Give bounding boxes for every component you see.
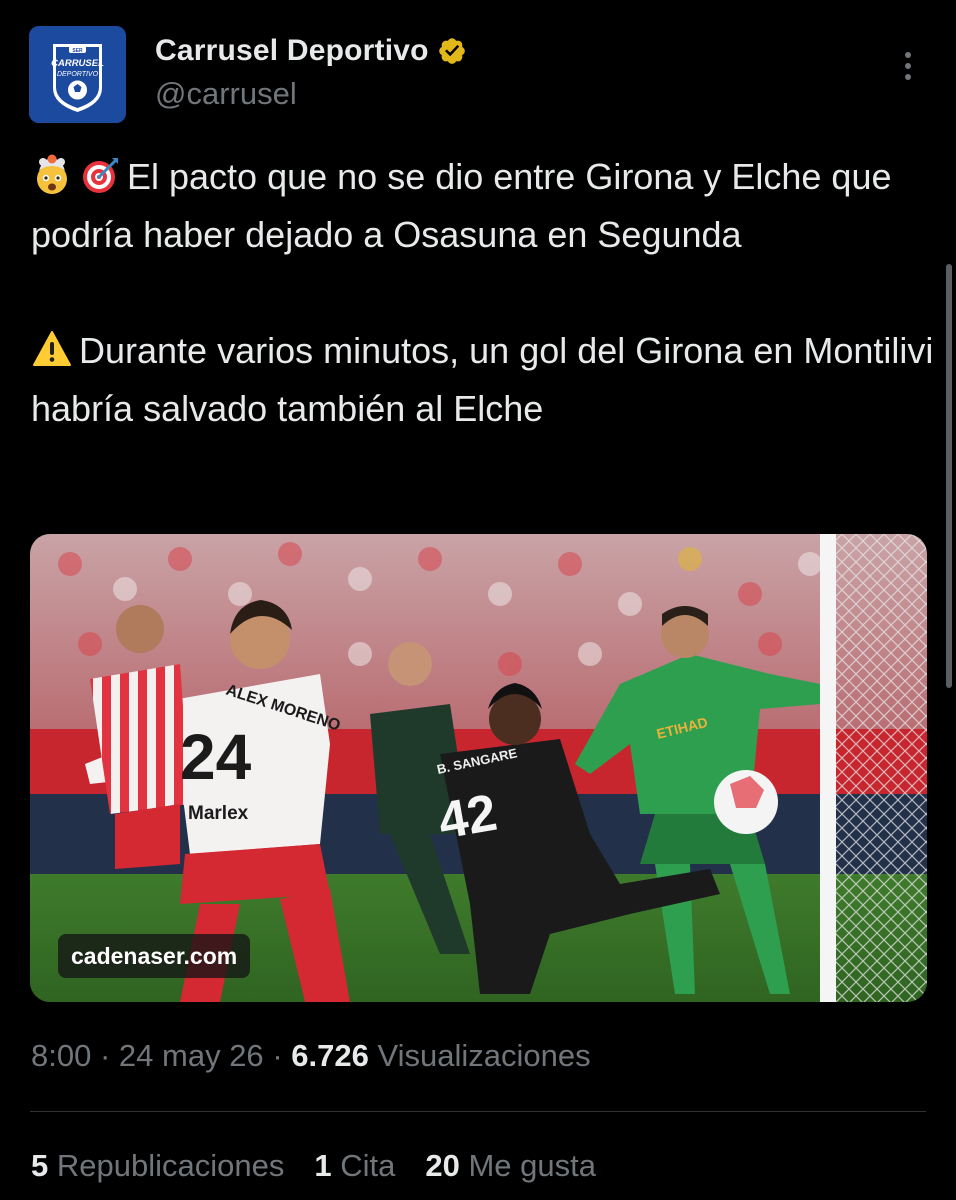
quotes-label: Cita <box>340 1148 396 1183</box>
tweet-paragraph-2-text: Durante varios minutos, un gol del Giron… <box>31 330 934 429</box>
tweet-date[interactable]: 24 may 26 <box>119 1038 264 1073</box>
author-handle[interactable]: @carrusel <box>155 76 297 112</box>
quotes-stat[interactable]: 1 Cita <box>314 1148 395 1184</box>
reposts-stat[interactable]: 5 Republicaciones <box>31 1148 284 1184</box>
carrusel-logo-icon: SER CARRUSEL DEPORTIVO <box>29 26 126 123</box>
likes-label: Me gusta <box>468 1148 596 1183</box>
avatar-badge: SER <box>72 48 83 54</box>
sponsor-1: Marlex <box>188 803 249 824</box>
tweet-text: El pacto que no se dio entre Girona y El… <box>31 148 936 438</box>
tweet-meta: 8:00 · 24 may 26 · 6.726 Visualizaciones <box>31 1038 591 1074</box>
football-match-photo: ALEX MORENO 24 Marlex B. SANGARE 42 ETIH… <box>30 534 927 1002</box>
views-label: Visualizaciones <box>377 1038 591 1073</box>
author-avatar[interactable]: SER CARRUSEL DEPORTIVO <box>29 26 126 123</box>
tweet-paragraph-1: El pacto que no se dio entre Girona y El… <box>31 148 936 264</box>
media-watermark: cadenaser.com <box>58 934 251 978</box>
quotes-count: 1 <box>314 1148 332 1183</box>
meta-separator: · <box>99 1038 111 1073</box>
tweet-paragraph-2: Durante varios minutos, un gol del Giron… <box>31 322 936 438</box>
warning-emoji-icon <box>31 328 73 370</box>
direct-hit-emoji-icon <box>79 154 121 196</box>
likes-stat[interactable]: 20 Me gusta <box>425 1148 596 1184</box>
views-count: 6.726 <box>291 1038 369 1073</box>
tweet: SER CARRUSEL DEPORTIVO Carrusel Deportiv… <box>0 0 956 1200</box>
reposts-count: 5 <box>31 1148 49 1183</box>
avatar-text-top: CARRUSEL <box>51 58 104 69</box>
divider <box>30 1111 926 1112</box>
more-options-icon[interactable] <box>893 46 923 86</box>
author-name-row[interactable]: Carrusel Deportivo <box>155 34 467 68</box>
tweet-stats: 5 Republicaciones 1 Cita 20 Me gusta <box>31 1148 596 1184</box>
jersey-number-1: 24 <box>180 721 252 793</box>
avatar-text-bottom: DEPORTIVO <box>57 71 99 78</box>
exploding-head-emoji-icon <box>31 154 73 196</box>
meta-separator: · <box>272 1038 283 1073</box>
verified-badge-icon[interactable] <box>437 36 467 66</box>
scrollbar[interactable] <box>946 264 952 688</box>
reposts-label: Republicaciones <box>56 1148 285 1183</box>
tweet-time[interactable]: 8:00 <box>31 1038 91 1073</box>
jersey-number-2: 42 <box>434 784 501 851</box>
tweet-media-photo[interactable]: ALEX MORENO 24 Marlex B. SANGARE 42 ETIH… <box>30 534 927 1002</box>
tweet-paragraph-1-text: El pacto que no se dio entre Girona y El… <box>31 156 892 255</box>
author-display-name[interactable]: Carrusel Deportivo <box>155 34 429 68</box>
likes-count: 20 <box>425 1148 460 1183</box>
